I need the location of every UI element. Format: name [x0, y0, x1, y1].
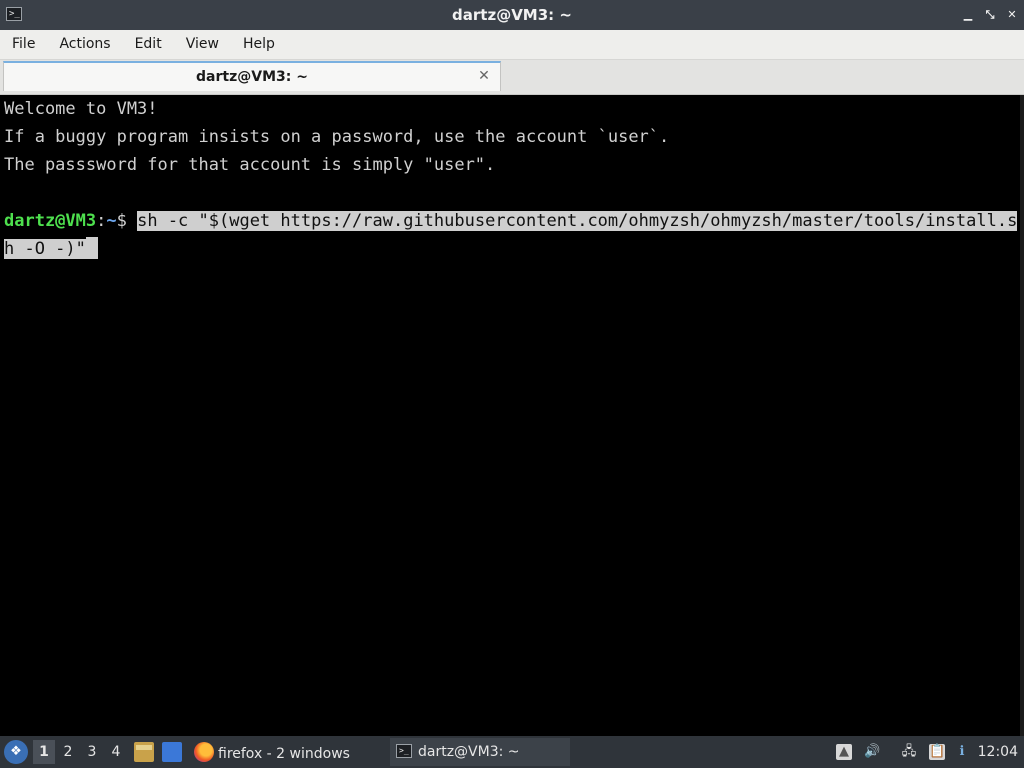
clipboard-icon[interactable]: 📋	[929, 744, 945, 760]
terminal-line: If a buggy program insists on a password…	[4, 127, 670, 147]
task-terminal-label: dartz@VM3: ~	[418, 744, 520, 760]
menu-edit[interactable]: Edit	[123, 30, 174, 59]
terminal-line: The passsword for that account is simply…	[4, 155, 496, 175]
tab-close-icon[interactable]: ✕	[476, 68, 492, 84]
prompt-colon: :	[96, 211, 107, 231]
volume-icon[interactable]: 🔊	[864, 744, 880, 760]
clock[interactable]: 12:04	[978, 736, 1018, 768]
terminal-line: Welcome to VM3!	[4, 99, 158, 119]
terminal-output[interactable]: Welcome to VM3! If a buggy program insis…	[0, 95, 1024, 736]
minimize-icon[interactable]: ▁	[962, 9, 974, 21]
window-titlebar[interactable]: >_ dartz@VM3: ~ ▁ ⤡ ✕	[0, 0, 1024, 30]
terminal-scrollbar[interactable]	[1020, 95, 1024, 736]
task-terminal[interactable]: >_ dartz@VM3: ~	[390, 738, 570, 766]
tab-label: dartz@VM3: ~	[196, 69, 308, 85]
desktop-switch-1[interactable]: 1	[33, 740, 55, 764]
terminal-icon: >_	[396, 743, 412, 758]
text-cursor	[85, 236, 98, 259]
menu-view[interactable]: View	[174, 30, 231, 59]
window-title: dartz@VM3: ~	[452, 6, 572, 24]
menu-actions[interactable]: Actions	[47, 30, 122, 59]
network-icon[interactable]: 🖧	[901, 744, 917, 760]
tab-bar: dartz@VM3: ~ ✕	[0, 60, 1024, 95]
task-firefox[interactable]: firefox - 2 windows	[194, 738, 360, 766]
menu-file[interactable]: File	[0, 30, 47, 59]
desktop-root: >_ dartz@VM3: ~ ▁ ⤡ ✕ File Actions Edit …	[0, 0, 1024, 768]
menu-help[interactable]: Help	[231, 30, 287, 59]
prompt-path: ~	[106, 211, 117, 231]
selected-command-text[interactable]: h -O -)"	[4, 239, 86, 259]
selected-command-text[interactable]: sh -c "$(wget https://raw.githubusercont…	[137, 211, 1018, 231]
close-icon[interactable]: ✕	[1006, 9, 1018, 21]
task-firefox-label: firefox - 2 windows	[218, 746, 350, 762]
start-menu-icon[interactable]: ❖	[4, 740, 28, 764]
desktop-switch-4[interactable]: 4	[105, 740, 127, 764]
battery-icon[interactable]: ▲	[836, 744, 852, 760]
prompt-symbol: $	[116, 211, 138, 231]
terminal-prompt-line: dartz@VM3:~$ sh -c "$(wget https://raw.g…	[4, 207, 1018, 235]
desktop-switch-2[interactable]: 2	[57, 740, 79, 764]
file-manager-icon[interactable]	[134, 742, 154, 762]
prompt-user-host: dartz@VM3	[4, 211, 97, 231]
window-controls: ▁ ⤡ ✕	[962, 0, 1018, 30]
info-icon[interactable]: ℹ	[954, 744, 970, 760]
menu-bar: File Actions Edit View Help	[0, 30, 1024, 60]
terminal-command-continuation: h -O -)"	[4, 235, 98, 263]
tab-terminal[interactable]: dartz@VM3: ~ ✕	[3, 61, 501, 91]
maximize-icon[interactable]: ⤡	[984, 9, 996, 21]
firefox-icon	[194, 742, 214, 762]
taskbar: ❖ 1 2 3 4 firefox - 2 windows >_ dartz@VM…	[0, 736, 1024, 768]
desktop-switch-3[interactable]: 3	[81, 740, 103, 764]
show-desktop-icon[interactable]	[162, 742, 182, 762]
